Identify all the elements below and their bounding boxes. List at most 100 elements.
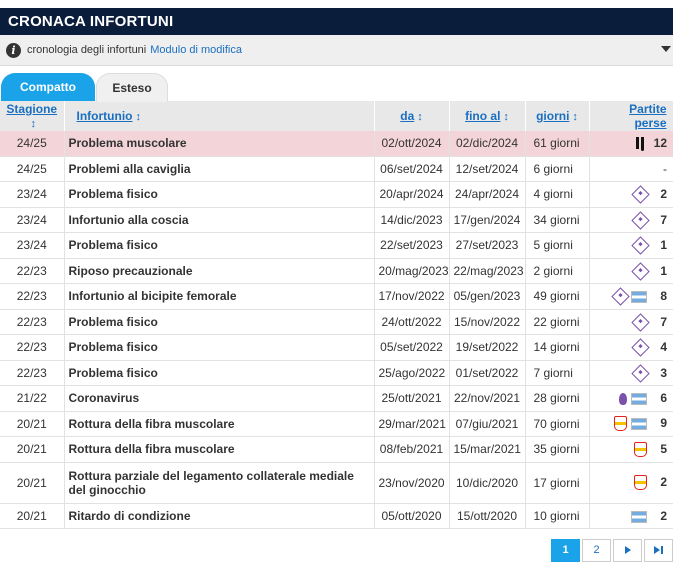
cell-games: 2 bbox=[588, 503, 673, 529]
cell-games: 9 bbox=[588, 411, 673, 437]
cell-days: 34 giorni bbox=[524, 207, 589, 233]
cell-from: 05/set/2022 bbox=[373, 334, 449, 361]
cell-games: - bbox=[588, 156, 673, 182]
cell-days: 61 giorni bbox=[524, 131, 589, 157]
fiorentina-icon[interactable] bbox=[631, 313, 650, 332]
games-missed-count: 4 bbox=[660, 340, 667, 355]
col-season-label: Stagione bbox=[6, 102, 58, 116]
page-1-button[interactable]: 1 bbox=[551, 539, 580, 562]
table-row[interactable]: 20/21 Ritardo di condizione 05/ott/2020 15/… bbox=[0, 503, 673, 529]
fiorentina-icon[interactable] bbox=[631, 262, 650, 281]
games-missed-count: 2 bbox=[660, 508, 667, 523]
cell-season: 24/25 bbox=[0, 156, 64, 182]
cell-games: 8 bbox=[588, 283, 673, 310]
cell-from: 29/mar/2021 bbox=[373, 411, 449, 437]
cell-from: 05/ott/2020 bbox=[373, 503, 449, 529]
table-row[interactable]: 22/23 Problema fisico 05/set/2022 19/set/20… bbox=[0, 334, 673, 361]
club-icons bbox=[611, 287, 647, 307]
cell-until: 05/gen/2023 bbox=[448, 283, 525, 310]
table-row[interactable]: 20/21 Rottura parziale del legamento coll… bbox=[0, 462, 673, 504]
cell-from: 23/nov/2020 bbox=[373, 462, 449, 504]
cell-injury: Problema muscolare bbox=[63, 131, 374, 157]
stuttgart-icon[interactable] bbox=[634, 475, 647, 491]
fiorentina-icon[interactable] bbox=[611, 287, 630, 307]
cell-until: 24/apr/2024 bbox=[448, 181, 525, 208]
col-until[interactable]: fino al ↕ bbox=[449, 101, 526, 131]
cell-season: 20/21 bbox=[0, 462, 64, 504]
fiorentina-old-icon[interactable] bbox=[619, 393, 627, 406]
col-days-label: giorni bbox=[536, 109, 570, 123]
games-missed-count: 1 bbox=[660, 263, 667, 278]
argentina-icon[interactable] bbox=[631, 510, 647, 523]
last-page-button[interactable] bbox=[644, 539, 673, 562]
cell-from: 20/apr/2024 bbox=[373, 181, 449, 208]
table-row[interactable]: 22/23 Riposo precauzionale 20/mag/2023 22/m… bbox=[0, 258, 673, 284]
stuttgart-icon[interactable] bbox=[634, 441, 647, 457]
cell-injury: Ritardo di condizione bbox=[63, 503, 374, 529]
cell-season: 20/21 bbox=[0, 411, 64, 437]
club-icons bbox=[631, 211, 650, 230]
fiorentina-icon[interactable] bbox=[631, 236, 650, 256]
cell-injury: Problema fisico bbox=[63, 309, 374, 335]
table-row[interactable]: 20/21 Rottura della fibra muscolare 08/feb… bbox=[0, 436, 673, 463]
table-row[interactable]: 24/25 Problemi alla caviglia 06/set/2024 12… bbox=[0, 156, 673, 182]
info-text: cronologia degli infortuni bbox=[27, 44, 147, 56]
cell-games: 7 bbox=[588, 207, 673, 233]
fiorentina-icon[interactable] bbox=[631, 364, 650, 383]
tab-extended[interactable]: Esteso bbox=[96, 73, 168, 102]
view-tabs: Compatto Esteso bbox=[0, 73, 673, 102]
col-injury[interactable]: Infortunio ↕ bbox=[64, 101, 375, 131]
edit-form-link[interactable]: Modulo di modifica bbox=[150, 44, 242, 56]
table-header: Stagione↕ Infortunio ↕ da ↕ fino al ↕ giorn… bbox=[0, 101, 673, 131]
club-icons bbox=[631, 185, 650, 205]
table-row[interactable]: 21/22 Coronavirus 25/ott/2021 22/nov/2021 28… bbox=[0, 385, 673, 412]
col-games[interactable]: Partite perse bbox=[589, 101, 673, 131]
cell-days: 70 giorni bbox=[524, 411, 589, 437]
next-page-button[interactable] bbox=[613, 539, 642, 562]
fiorentina-icon[interactable] bbox=[631, 211, 650, 230]
cell-from: 24/ott/2022 bbox=[373, 309, 449, 335]
table-row[interactable]: 24/25 Problema muscolare 02/ott/2024 02/dic… bbox=[0, 131, 673, 157]
tab-compact[interactable]: Compatto bbox=[1, 73, 95, 101]
info-bar[interactable]: i cronologia degli infortuni Modulo di m… bbox=[0, 35, 673, 66]
argentina-icon[interactable] bbox=[631, 393, 647, 406]
fiorentina-icon[interactable] bbox=[631, 185, 650, 205]
argentina-icon[interactable] bbox=[631, 290, 647, 303]
cell-injury: Rottura della fibra muscolare bbox=[63, 411, 374, 437]
chevron-down-icon[interactable] bbox=[661, 46, 671, 52]
games-missed-count: 8 bbox=[660, 289, 667, 304]
fiorentina-icon[interactable] bbox=[631, 338, 650, 358]
table-row[interactable]: 20/21 Rottura della fibra muscolare 29/mar… bbox=[0, 411, 673, 437]
table-row[interactable]: 23/24 Problema fisico 20/apr/2024 24/apr/20… bbox=[0, 181, 673, 208]
col-days[interactable]: giorni ↕ bbox=[525, 101, 590, 131]
page-2-button[interactable]: 2 bbox=[582, 539, 611, 562]
table-row[interactable]: 22/23 Problema fisico 25/ago/2022 01/set/20… bbox=[0, 360, 673, 386]
club-icons bbox=[631, 236, 650, 256]
table-row[interactable]: 23/24 Infortunio alla coscia 14/dic/2023 17… bbox=[0, 207, 673, 233]
stuttgart-icon[interactable] bbox=[614, 416, 627, 432]
cell-season: 22/23 bbox=[0, 334, 64, 361]
club-icons bbox=[631, 313, 650, 332]
games-missed-count: 5 bbox=[660, 441, 667, 456]
cell-from: 08/feb/2021 bbox=[373, 436, 449, 463]
cell-until: 07/giu/2021 bbox=[448, 411, 525, 437]
cell-from: 14/dic/2023 bbox=[373, 207, 449, 233]
sort-icon: ↕ bbox=[417, 111, 423, 123]
juventus-icon[interactable] bbox=[635, 136, 647, 151]
cell-games: 6 bbox=[588, 385, 673, 412]
col-from[interactable]: da ↕ bbox=[374, 101, 450, 131]
argentina-icon[interactable] bbox=[631, 417, 647, 430]
table-row[interactable]: 22/23 Problema fisico 24/ott/2022 15/nov/20… bbox=[0, 309, 673, 335]
table-row[interactable]: 23/24 Problema fisico 22/set/2023 27/set/20… bbox=[0, 232, 673, 259]
club-icons bbox=[635, 136, 647, 151]
cell-until: 27/set/2023 bbox=[448, 232, 525, 259]
section-title: CRONACA INFORTUNI bbox=[0, 8, 673, 35]
cell-until: 12/set/2024 bbox=[448, 156, 525, 182]
cell-until: 22/nov/2021 bbox=[448, 385, 525, 412]
table-row[interactable]: 22/23 Infortunio al bicipite femorale 17/n… bbox=[0, 283, 673, 310]
cell-games: 7 bbox=[588, 309, 673, 335]
cell-injury: Problema fisico bbox=[63, 181, 374, 208]
col-season[interactable]: Stagione ↕ bbox=[0, 101, 65, 131]
cell-season: 23/24 bbox=[0, 232, 64, 259]
cell-season: 20/21 bbox=[0, 503, 64, 529]
